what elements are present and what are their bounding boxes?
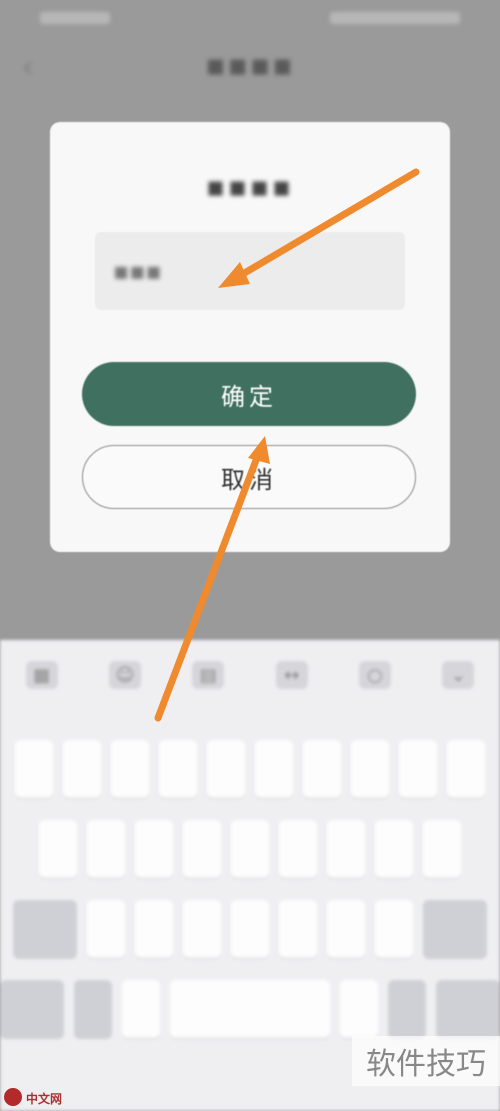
keyboard-key[interactable]	[447, 740, 485, 798]
enter-key[interactable]	[436, 980, 500, 1038]
php-logo-icon	[4, 1088, 22, 1106]
cursor-move-icon[interactable]: ↔	[275, 661, 308, 689]
background-page-title: ▪▪▪▪	[205, 48, 295, 83]
keyboard-row-1	[0, 740, 500, 798]
dialog-text-input[interactable]: ▪▪▪	[95, 232, 405, 310]
watermark-site-text: 软件技巧	[352, 1036, 500, 1086]
keyboard-key[interactable]	[279, 820, 317, 878]
comma-key[interactable]	[122, 980, 160, 1038]
keyboard-row-2	[0, 820, 500, 878]
status-bar-right	[330, 12, 460, 24]
keyboard-key[interactable]	[255, 740, 293, 798]
keyboard-key[interactable]	[111, 740, 149, 798]
keyboard-key[interactable]	[63, 740, 101, 798]
keyboard-key[interactable]	[303, 740, 341, 798]
keyboard-key[interactable]	[87, 900, 125, 958]
grid-icon[interactable]: ▦	[25, 661, 58, 689]
mode-key[interactable]	[74, 980, 112, 1038]
keyboard-key[interactable]	[279, 900, 317, 958]
backspace-key[interactable]	[423, 900, 487, 958]
confirm-button-label: 确定	[221, 382, 277, 411]
keyboard-key[interactable]	[39, 820, 77, 878]
period-key[interactable]	[340, 980, 378, 1038]
cancel-button[interactable]: 取消	[82, 445, 416, 509]
keyboard-row-3	[0, 900, 500, 958]
confirm-button[interactable]: 确定	[82, 362, 416, 426]
settings-dialog: ▪▪▪▪ ▪▪▪ 确定 取消	[50, 122, 450, 552]
watermark-logo-text: 中文网	[26, 1092, 63, 1106]
keyboard-key[interactable]	[351, 740, 389, 798]
input-placeholder: ▪▪▪	[113, 257, 162, 285]
keyboard-key[interactable]	[183, 820, 221, 878]
status-bar	[0, 0, 500, 36]
keyboard-key[interactable]	[327, 820, 365, 878]
keyboard-key[interactable]	[135, 820, 173, 878]
keyboard-key[interactable]	[231, 900, 269, 958]
keyboard-key[interactable]	[375, 900, 413, 958]
keyboard-key[interactable]	[207, 740, 245, 798]
clipboard-icon[interactable]: ▤	[192, 661, 225, 689]
keyboard-key[interactable]	[375, 820, 413, 878]
keyboard-key[interactable]	[231, 820, 269, 878]
keyboard-row-4	[0, 980, 500, 1038]
search-icon[interactable]: ○	[358, 661, 391, 689]
keyboard-key[interactable]	[183, 900, 221, 958]
symbols-key[interactable]	[0, 980, 64, 1038]
keyboard-toolbar: ▦ ☺ ▤ ↔ ○ ⌄	[0, 640, 500, 710]
dialog-title: ▪▪▪▪	[206, 170, 294, 203]
background-header: ‹ ▪▪▪▪	[0, 36, 500, 106]
cancel-button-label: 取消	[221, 465, 277, 494]
keyboard-key[interactable]	[327, 900, 365, 958]
language-key[interactable]	[388, 980, 426, 1038]
space-key[interactable]	[170, 980, 330, 1038]
shift-key[interactable]	[13, 900, 77, 958]
keyboard-key[interactable]	[423, 820, 461, 878]
emoji-icon[interactable]: ☺	[108, 661, 141, 689]
collapse-icon[interactable]: ⌄	[442, 661, 475, 689]
keyboard-key[interactable]	[15, 740, 53, 798]
keyboard-key[interactable]	[87, 820, 125, 878]
keyboard-key[interactable]	[399, 740, 437, 798]
status-bar-left	[40, 12, 110, 24]
keyboard-key[interactable]	[159, 740, 197, 798]
keyboard-key[interactable]	[135, 900, 173, 958]
